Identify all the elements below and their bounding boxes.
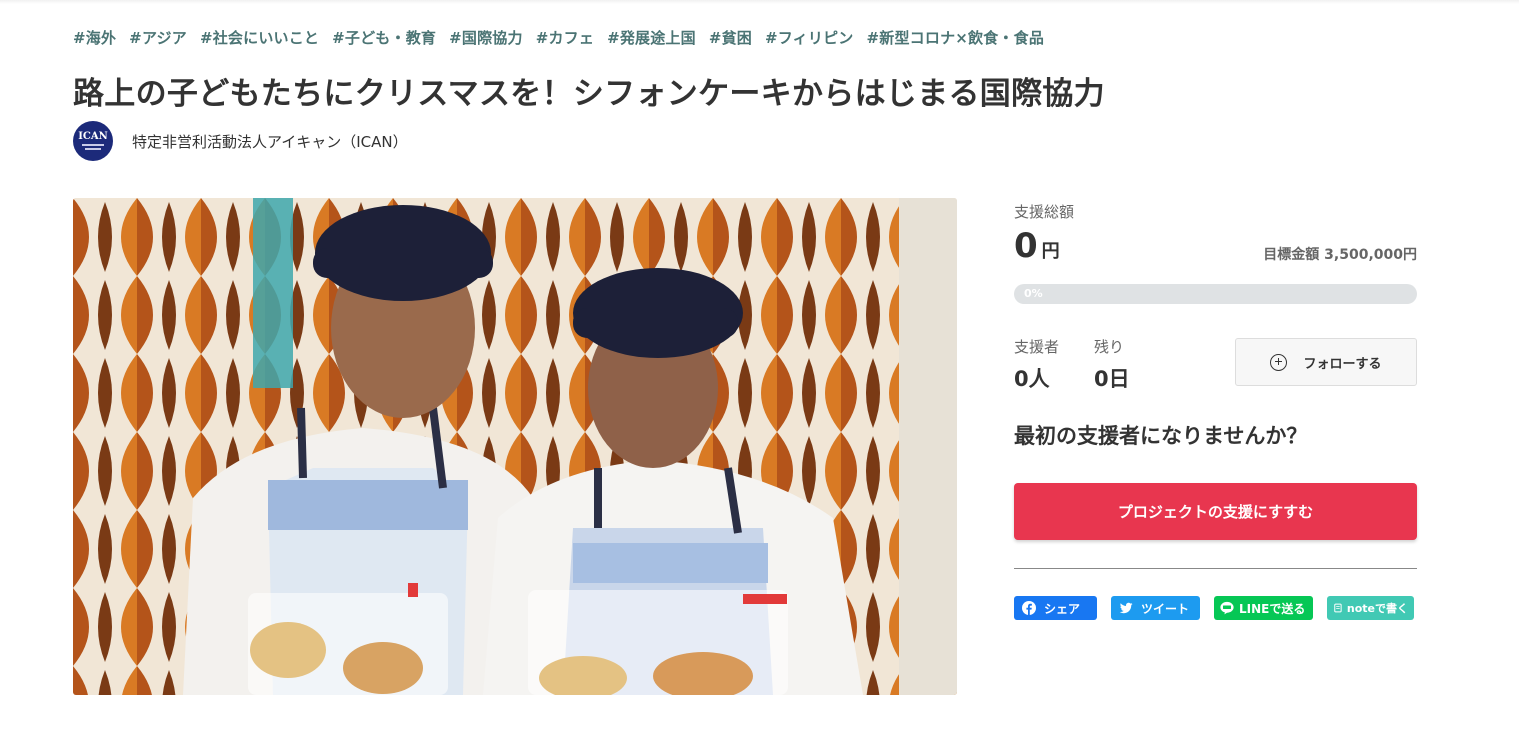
tag-link[interactable]: #社会にいいこと <box>200 27 319 48</box>
tag-link[interactable]: #カフェ <box>536 27 594 48</box>
remaining-value: 0日 <box>1094 367 1130 391</box>
note-share-button[interactable]: noteで書く <box>1327 596 1414 620</box>
plus-circle-icon <box>1270 353 1288 371</box>
divider <box>1014 568 1417 569</box>
progress-percent: 0% <box>1024 287 1043 300</box>
supporters-value: 0人 <box>1014 367 1050 391</box>
progress-bar: 0% <box>1014 284 1417 304</box>
logo-decoration <box>82 144 104 146</box>
twitter-share-label: ツイート <box>1141 601 1190 616</box>
follow-label: フォローする <box>1303 356 1382 372</box>
wall-right <box>899 198 957 695</box>
line-icon <box>1220 601 1234 615</box>
note-share-label: noteで書く <box>1346 602 1408 615</box>
tag-link[interactable]: #発展途上国 <box>607 27 696 48</box>
total-amount: 0 円 <box>1014 226 1060 266</box>
share-buttons: シェア ツイート LINEで送る noteで書く <box>1014 596 1414 620</box>
owner-logo-text: ICAN <box>78 131 108 142</box>
remaining-stat: 残り 0日 <box>1094 336 1130 393</box>
tag-link[interactable]: #新型コロナ×飲食・食品 <box>867 27 1045 48</box>
tag-link[interactable]: #海外 <box>73 27 116 48</box>
hero-illustration <box>73 198 957 695</box>
line-share-button[interactable]: LINEで送る <box>1214 596 1313 620</box>
facebook-icon <box>1022 601 1036 615</box>
tag-link[interactable]: #国際協力 <box>449 27 523 48</box>
tag-link[interactable]: #貧困 <box>709 27 752 48</box>
facebook-share-label: シェア <box>1044 601 1081 616</box>
project-owner[interactable]: ICAN 特定非営利活動法人アイキャン（ICAN） <box>73 121 408 161</box>
tag-list: #海外 #アジア #社会にいいこと #子ども・教育 #国際協力 #カフェ #発展… <box>73 27 1044 48</box>
owner-name[interactable]: 特定非営利活動法人アイキャン（ICAN） <box>132 131 408 152</box>
total-amount-value: 0 <box>1014 226 1038 266</box>
first-supporter-prompt: 最初の支援者になりませんか？ <box>1014 424 1308 448</box>
support-project-button[interactable]: プロジェクトの支援にすすむ <box>1014 483 1417 540</box>
project-main-image <box>73 198 957 695</box>
tag-link[interactable]: #フィリピン <box>765 27 853 48</box>
owner-avatar[interactable]: ICAN <box>73 121 113 161</box>
remaining-label: 残り <box>1094 338 1125 356</box>
logo-decoration <box>85 148 101 150</box>
supporters-label: 支援者 <box>1014 338 1060 356</box>
supporters-stat: 支援者 0人 <box>1014 336 1059 393</box>
facebook-share-button[interactable]: シェア <box>1014 596 1097 620</box>
header-shadow <box>0 0 1519 4</box>
total-amount-unit: 円 <box>1041 241 1060 262</box>
goal-amount: 目標金額 3,500,000円 <box>1263 247 1417 263</box>
total-amount-label: 支援総額 <box>1014 203 1075 221</box>
project-title: 路上の子どもたちにクリスマスを！シフォンケーキからはじまる国際協力 <box>73 76 1105 112</box>
line-share-label: LINEで送る <box>1239 601 1306 616</box>
note-icon <box>1334 603 1342 613</box>
tag-link[interactable]: #子ども・教育 <box>332 27 436 48</box>
twitter-share-button[interactable]: ツイート <box>1111 596 1200 620</box>
follow-button[interactable]: フォローする <box>1235 338 1417 386</box>
teal-strip <box>253 198 293 388</box>
tag-link[interactable]: #アジア <box>129 27 187 48</box>
twitter-bird-icon <box>1119 602 1133 614</box>
